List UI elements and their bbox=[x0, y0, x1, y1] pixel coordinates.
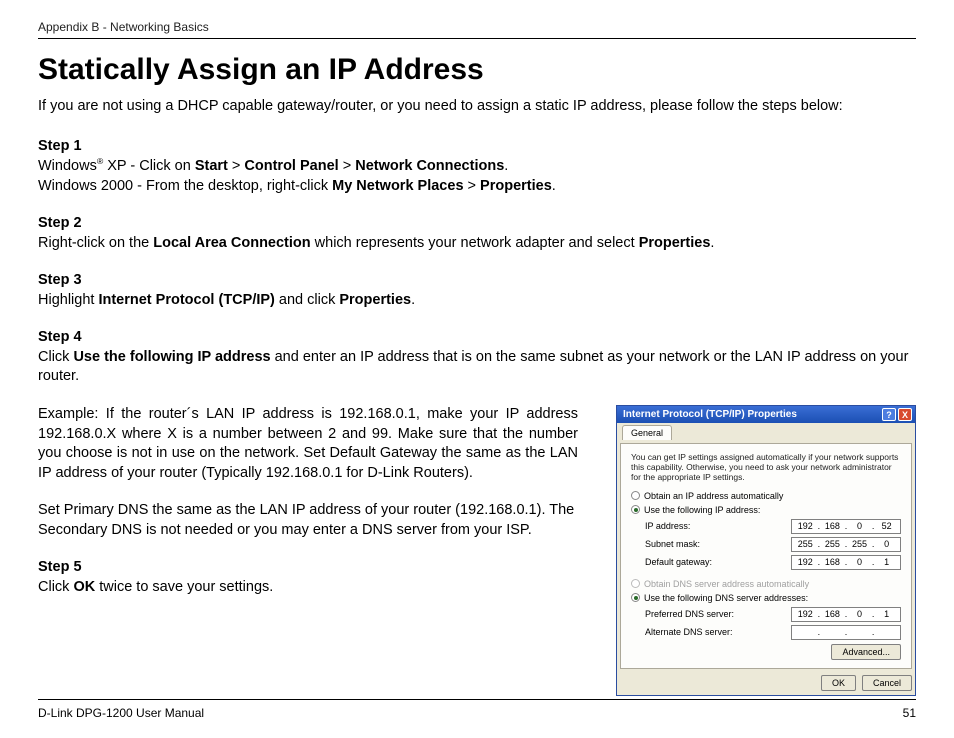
text: Click bbox=[38, 349, 73, 365]
bold: Properties bbox=[339, 292, 411, 308]
appendix-header: Appendix B - Networking Basics bbox=[38, 20, 916, 39]
text: . bbox=[411, 292, 415, 308]
step-4: Step 4 Click Use the following IP addres… bbox=[38, 328, 916, 387]
radio-icon bbox=[631, 579, 640, 588]
dialog-title: Internet Protocol (TCP/IP) Properties bbox=[623, 409, 797, 420]
radio-use-following-dns[interactable]: Use the following DNS server addresses: bbox=[631, 593, 901, 603]
radio-label: Obtain an IP address automatically bbox=[644, 491, 783, 501]
radio-obtain-ip-auto[interactable]: Obtain an IP address automatically bbox=[631, 491, 901, 501]
close-button[interactable]: X bbox=[898, 408, 912, 421]
subnet-mask-row: Subnet mask: 255.255.255.0 bbox=[645, 537, 901, 552]
dialog-titlebar[interactable]: Internet Protocol (TCP/IP) Properties ? … bbox=[617, 406, 915, 423]
step-2: Step 2 Right-click on the Local Area Con… bbox=[38, 214, 916, 253]
text: Right-click on the bbox=[38, 235, 153, 251]
preferred-dns-row: Preferred DNS server: 192.168.0.1 bbox=[645, 607, 901, 622]
radio-icon bbox=[631, 593, 640, 602]
bold: Start bbox=[195, 158, 228, 174]
bold: My Network Places bbox=[332, 178, 463, 194]
text: . bbox=[710, 235, 714, 251]
page-footer: D-Link DPG-1200 User Manual 51 bbox=[38, 699, 916, 720]
dialog-description: You can get IP settings assigned automat… bbox=[631, 452, 901, 483]
radio-label: Obtain DNS server address automatically bbox=[644, 579, 809, 589]
bold: OK bbox=[73, 579, 95, 595]
bold: Use the following IP address bbox=[73, 349, 270, 365]
step-5: Step 5 Click OK twice to save your setti… bbox=[38, 558, 578, 597]
step-5-label: Step 5 bbox=[38, 558, 578, 578]
ok-button[interactable]: OK bbox=[821, 675, 856, 691]
ip-address-row: IP address: 192.168.0.52 bbox=[645, 519, 901, 534]
intro-text: If you are not using a DHCP capable gate… bbox=[38, 97, 916, 117]
subnet-mask-input[interactable]: 255.255.255.0 bbox=[791, 537, 901, 552]
text: Click bbox=[38, 579, 73, 595]
footer-left: D-Link DPG-1200 User Manual bbox=[38, 706, 204, 720]
step-1-label: Step 1 bbox=[38, 137, 916, 157]
text: . bbox=[552, 178, 556, 194]
bold: Local Area Connection bbox=[153, 235, 310, 251]
bold: Properties bbox=[480, 178, 552, 194]
step-4-dns: Set Primary DNS the same as the LAN IP a… bbox=[38, 501, 578, 540]
text: and click bbox=[275, 292, 339, 308]
step-2-label: Step 2 bbox=[38, 214, 916, 234]
default-gateway-row: Default gateway: 192.168.0.1 bbox=[645, 555, 901, 570]
bold: Properties bbox=[639, 235, 711, 251]
bold: Internet Protocol (TCP/IP) bbox=[98, 292, 274, 308]
help-button[interactable]: ? bbox=[882, 408, 896, 421]
ip-address-label: IP address: bbox=[645, 521, 791, 531]
step-4-label: Step 4 bbox=[38, 328, 916, 348]
default-gateway-label: Default gateway: bbox=[645, 557, 791, 567]
text: > bbox=[228, 158, 245, 174]
radio-label: Use the following IP address: bbox=[644, 505, 760, 515]
preferred-dns-label: Preferred DNS server: bbox=[645, 609, 791, 619]
bold: Control Panel bbox=[244, 158, 338, 174]
alternate-dns-label: Alternate DNS server: bbox=[645, 627, 791, 637]
step-4-example: Example: If the router´s LAN IP address … bbox=[38, 405, 578, 483]
radio-icon bbox=[631, 505, 640, 514]
page-title: Statically Assign an IP Address bbox=[38, 53, 916, 87]
step-3-label: Step 3 bbox=[38, 271, 916, 291]
default-gateway-input[interactable]: 192.168.0.1 bbox=[791, 555, 901, 570]
step-1: Step 1 Windows® XP - Click on Start > Co… bbox=[38, 137, 916, 197]
text: > bbox=[339, 158, 356, 174]
text: Windows bbox=[38, 158, 97, 174]
alternate-dns-row: Alternate DNS server: ... bbox=[645, 625, 901, 640]
text: twice to save your settings. bbox=[95, 579, 273, 595]
text: Highlight bbox=[38, 292, 98, 308]
tcp-ip-properties-dialog: Internet Protocol (TCP/IP) Properties ? … bbox=[616, 405, 916, 696]
alternate-dns-input[interactable]: ... bbox=[791, 625, 901, 640]
cancel-button[interactable]: Cancel bbox=[862, 675, 912, 691]
subnet-mask-label: Subnet mask: bbox=[645, 539, 791, 549]
bold: Network Connections bbox=[355, 158, 504, 174]
advanced-button[interactable]: Advanced... bbox=[831, 644, 901, 660]
text: XP - Click on bbox=[103, 158, 195, 174]
preferred-dns-input[interactable]: 192.168.0.1 bbox=[791, 607, 901, 622]
page-number: 51 bbox=[903, 706, 916, 720]
step-3: Step 3 Highlight Internet Protocol (TCP/… bbox=[38, 271, 916, 310]
radio-icon bbox=[631, 491, 640, 500]
text: Windows 2000 - From the desktop, right-c… bbox=[38, 178, 332, 194]
text: which represents your network adapter an… bbox=[311, 235, 639, 251]
text: > bbox=[464, 178, 481, 194]
radio-label: Use the following DNS server addresses: bbox=[644, 593, 808, 603]
tab-general[interactable]: General bbox=[622, 425, 672, 440]
radio-obtain-dns-auto: Obtain DNS server address automatically bbox=[631, 579, 901, 589]
radio-use-following-ip[interactable]: Use the following IP address: bbox=[631, 505, 901, 515]
text: . bbox=[504, 158, 508, 174]
ip-address-input[interactable]: 192.168.0.52 bbox=[791, 519, 901, 534]
